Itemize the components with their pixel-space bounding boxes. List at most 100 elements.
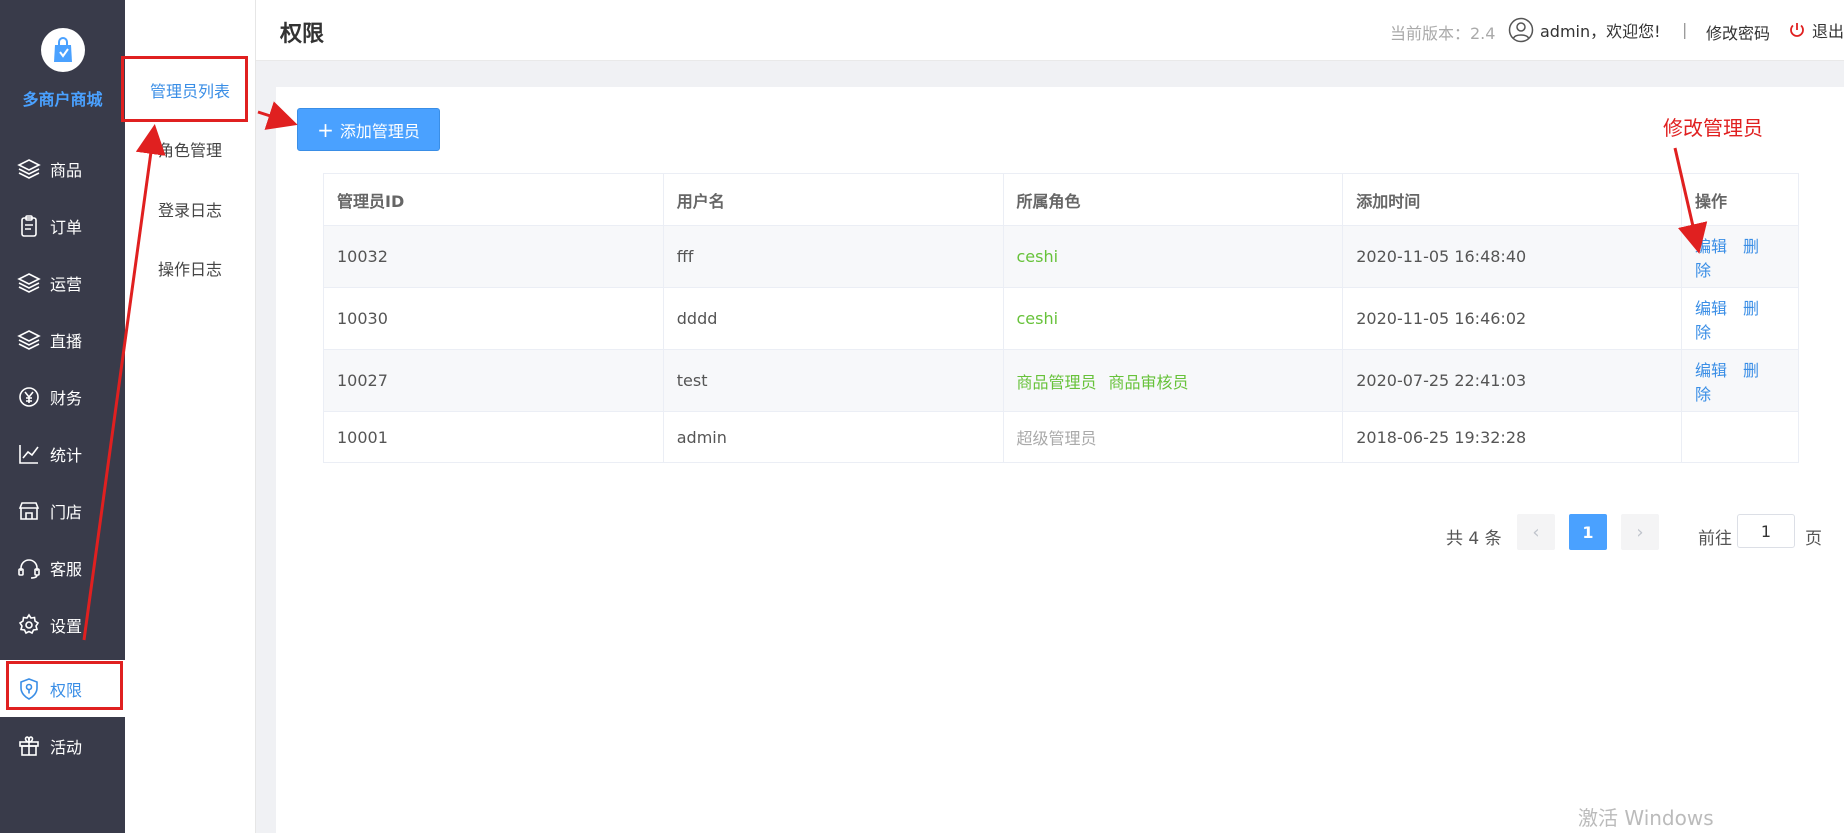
table-row: 10027 test 商品管理员 商品审核员 2020-07-25 22:41:0… [323,349,1799,412]
nav-item-label: 统计 [50,445,83,465]
brand-name: 多商户商城 [22,90,103,109]
nav-item-statistics[interactable]: 统计 [0,425,125,482]
windows-activation-watermark: 激活 Windows [1578,806,1714,830]
cell-role: ceshi [1002,225,1344,288]
cell-role: 超级管理员 [1002,411,1344,463]
cell-time: 2020-11-05 16:46:02 [1342,287,1683,350]
nav-item-label: 商品 [50,160,83,180]
cell-time: 2020-07-25 22:41:03 [1342,349,1683,412]
nav-item-label: 客服 [50,559,83,579]
cell-id: 10001 [323,411,664,463]
pagination-total: 共 4 条 [1446,529,1502,549]
annotation-label: 修改管理员 [1663,116,1763,140]
nav-item-operation[interactable]: 运营 [0,254,125,311]
column-header-actions: 操作 [1681,173,1799,226]
logout-label: 退出 [1812,22,1844,41]
page-suffix: 页 [1805,529,1822,549]
nav-item-goods[interactable]: 商品 [0,140,125,197]
prev-page-button[interactable]: ‹ [1517,514,1555,550]
cell-username: dddd [662,287,1004,350]
add-admin-button[interactable]: + 添加管理员 [297,108,440,151]
edit-link[interactable]: 编辑 [1695,237,1727,256]
power-icon [1788,21,1806,39]
user-greeting: admin，欢迎您! [1508,17,1661,43]
column-header-id: 管理员ID [323,173,664,226]
edit-link[interactable]: 编辑 [1695,361,1727,380]
next-page-button[interactable]: › [1621,514,1659,550]
user-avatar-icon [1508,17,1534,43]
nav-item-label: 订单 [50,217,83,237]
add-admin-label: 添加管理员 [339,121,420,141]
cell-username: test [662,349,1004,412]
role-tag: ceshi [1016,309,1059,328]
cell-time: 2018-06-25 19:32:28 [1342,411,1683,463]
nav-item-label: 财务 [50,388,83,408]
nav-item-label: 运营 [50,274,83,294]
nav-item-live[interactable]: 直播 [0,311,125,368]
table-header-row: 管理员ID 用户名 所属角色 添加时间 操作 [323,173,1799,226]
user-greeting-text: admin，欢迎您! [1540,22,1661,41]
cell-username: admin [662,411,1004,463]
role-tag: 超级管理员 [1016,429,1097,448]
column-header-username: 用户名 [662,173,1004,226]
line-chart-icon [16,441,42,467]
table-row: 10030 dddd ceshi 2020-11-05 16:46:02 编辑删… [323,287,1799,350]
store-icon [16,498,42,524]
column-header-role: 所属角色 [1002,173,1344,226]
cell-username: fff [662,225,1004,288]
cell-role: ceshi [1002,287,1344,350]
role-tag: 商品管理员 [1016,372,1097,392]
edit-link[interactable]: 编辑 [1695,299,1727,318]
cell-id: 10032 [323,225,664,288]
subnav-item-login-log[interactable]: 登录日志 [125,197,255,221]
nav-item-store[interactable]: 门店 [0,482,125,539]
change-password-link[interactable]: 修改密码 [1706,20,1770,44]
nav-item-label: 活动 [50,737,83,757]
nav-item-label: 设置 [50,616,83,636]
headset-icon [16,555,42,581]
nav-item-label: 门店 [50,502,83,522]
nav-item-service[interactable]: 客服 [0,539,125,596]
nav-item-settings[interactable]: 设置 [0,596,125,653]
content-card: + 添加管理员 管理员ID 用户名 所属角色 添加时间 操作 10032 fff… [276,87,1844,833]
gear-icon [16,612,42,638]
chevron-left-icon: ‹ [1532,521,1540,543]
yen-icon [16,384,42,410]
cell-id: 10030 [323,287,664,350]
annotation-box-permission [6,661,123,710]
brand[interactable]: 多商户商城 [0,28,125,110]
cell-role: 商品管理员 商品审核员 [1002,349,1344,412]
clipboard-icon [16,213,42,239]
table-row: 10001 admin 超级管理员 2018-06-25 19:32:28 [323,411,1799,463]
header-divider: | [1682,20,1688,39]
cell-actions: 编辑 删除 [1681,349,1799,412]
admin-table: 管理员ID 用户名 所属角色 添加时间 操作 10032 fff ceshi 2… [323,173,1799,463]
goto-page-input[interactable] [1737,514,1795,548]
sub-sidebar: 管理员列表 角色管理 登录日志 操作日志 [125,0,256,833]
annotation-box-admin-list [121,56,248,122]
top-header: 权限 当前版本：2.4 admin，欢迎您! | 修改密码 退出 [256,0,1844,61]
pagination: 共 4 条 ‹ 1 › 前往 页 [276,514,1844,554]
version-text: 当前版本：2.4 [1390,24,1496,43]
cell-actions: 编辑 删除 [1681,225,1799,288]
cell-actions [1681,411,1799,463]
nav-item-label: 直播 [50,331,83,351]
nav-item-finance[interactable]: 财务 [0,368,125,425]
nav-item-activity[interactable]: 活动 [0,717,125,774]
page-number-button[interactable]: 1 [1569,514,1607,550]
goto-label: 前往 [1698,529,1732,549]
nav-item-orders[interactable]: 订单 [0,197,125,254]
subnav-item-role-manage[interactable]: 角色管理 [125,137,255,161]
plus-icon: + [317,117,334,142]
cell-id: 10027 [323,349,664,412]
logout-button[interactable]: 退出 [1788,18,1844,42]
layers-icon [16,327,42,353]
shop-bag-icon [40,28,85,72]
role-tag: ceshi [1016,247,1059,266]
cell-actions: 编辑 删除 [1681,287,1799,350]
page-title: 权限 [280,22,325,47]
subnav-item-operation-log[interactable]: 操作日志 [125,256,255,280]
layers-icon [16,270,42,296]
cell-time: 2020-11-05 16:48:40 [1342,225,1683,288]
chevron-right-icon: › [1636,521,1644,543]
